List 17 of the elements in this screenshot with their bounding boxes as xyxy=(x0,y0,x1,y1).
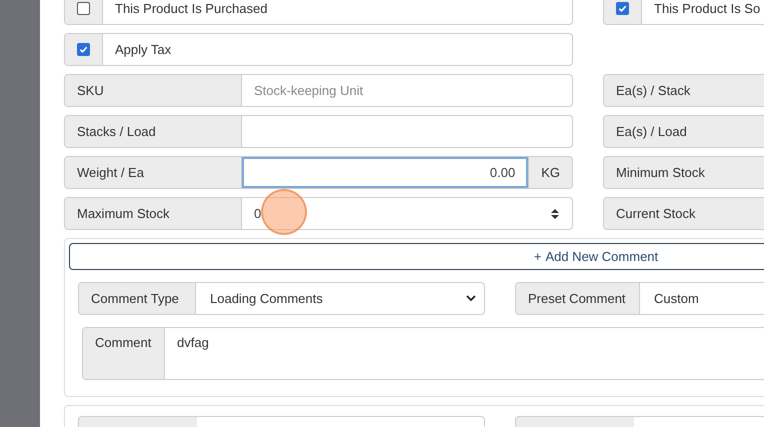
add-comment-button[interactable]: + Add New Comment xyxy=(69,243,764,270)
checkbox-label: Apply Tax xyxy=(114,41,172,59)
field-label: Ea(s) / Stack xyxy=(604,75,764,106)
checkbox[interactable] xyxy=(616,2,629,15)
field-label: Ea(s) / Load xyxy=(604,116,764,147)
checkbox-label: This Product Is Purchased xyxy=(114,0,268,18)
checkbox[interactable] xyxy=(77,43,90,56)
comment-text: dvfag xyxy=(176,334,210,352)
comment-textarea[interactable]: Comment dvfag xyxy=(82,327,764,380)
field-label: Current Stock xyxy=(604,198,764,229)
checkbox[interactable] xyxy=(77,2,90,15)
input-field[interactable]: 0.00 xyxy=(242,157,528,188)
field-label: Minimum Stock xyxy=(604,157,764,188)
checkbox-label: This Product Is So xyxy=(653,0,762,18)
field-label: Weight / Ea xyxy=(65,157,242,188)
field-label: Comment xyxy=(83,328,165,379)
unit-label: KG xyxy=(528,157,572,188)
